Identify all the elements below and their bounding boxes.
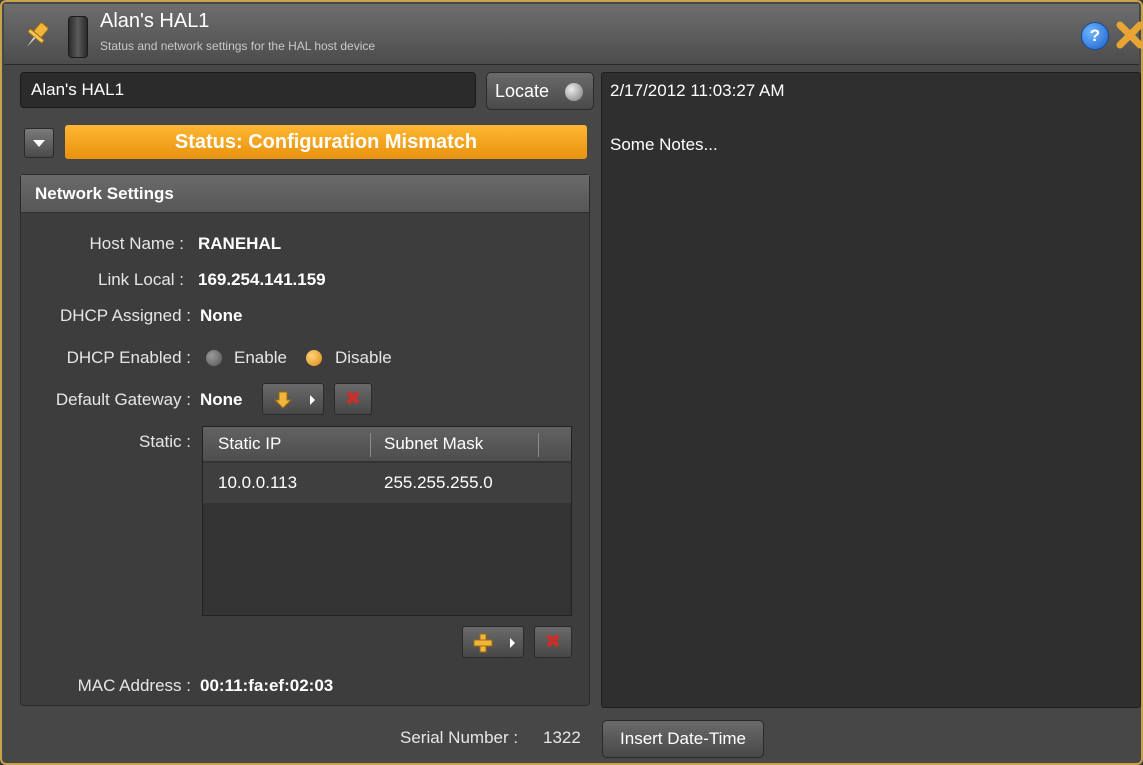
serial-number-value: 1322 — [543, 728, 581, 747]
dhcp-assigned-label: DHCP Assigned : — [59, 306, 191, 325]
column-divider — [370, 433, 371, 457]
dhcp-enabled-label: DHCP Enabled : — [66, 348, 191, 367]
notes-textarea[interactable]: 2/17/2012 11:03:27 AM Some Notes... — [601, 72, 1141, 708]
mac-address-value: 00:11:fa:ef:02:03 — [200, 676, 334, 695]
add-static-button[interactable] — [462, 626, 524, 658]
static-table-header: Static IP Subnet Mask — [203, 427, 571, 461]
static-label: Static : — [139, 432, 191, 451]
link-local-value: 169.254.141.159 — [198, 270, 326, 289]
dhcp-disable-label[interactable]: Disable — [335, 348, 392, 368]
device-icon — [68, 16, 88, 58]
subnet-mask-cell: 255.255.255.0 — [384, 473, 493, 492]
delete-icon: ✖ — [344, 388, 362, 410]
device-name-input[interactable] — [20, 72, 476, 108]
link-local-label: Link Local : — [98, 270, 184, 289]
gateway-select-button[interactable] — [262, 383, 324, 415]
delete-static-button[interactable]: ✖ — [534, 626, 572, 658]
locate-label: Locate — [495, 81, 550, 101]
column-header-static-ip[interactable]: Static IP — [218, 434, 281, 454]
title-bar: Alan's HAL1 Status and network settings … — [4, 4, 1143, 65]
dhcp-enable-radio[interactable] — [206, 350, 222, 366]
arrow-down-icon — [273, 391, 293, 409]
static-ip-table: Static IP Subnet Mask 10.0.0.113 255.255… — [202, 426, 572, 616]
column-header-subnet-mask[interactable]: Subnet Mask — [384, 434, 483, 454]
gateway-delete-button[interactable]: ✖ — [334, 383, 372, 415]
static-ip-cell: 10.0.0.113 — [218, 473, 298, 492]
dropdown-arrow-icon — [510, 638, 515, 648]
dhcp-disable-radio[interactable] — [306, 350, 322, 366]
table-row[interactable]: 10.0.0.113 255.255.255.0 — [203, 463, 571, 503]
mac-address-label: MAC Address : — [77, 676, 191, 695]
default-gateway-value: None — [200, 390, 243, 409]
hal-settings-window: Alan's HAL1 Status and network settings … — [0, 0, 1143, 765]
locate-led-icon — [565, 83, 583, 101]
help-icon[interactable]: ? — [1081, 22, 1109, 50]
status-bar: Status: Configuration Mismatch — [65, 125, 587, 159]
delete-icon: ✖ — [544, 631, 562, 653]
close-icon[interactable] — [1114, 18, 1143, 52]
locate-button[interactable]: Locate — [486, 72, 594, 110]
collapse-button[interactable] — [24, 128, 54, 158]
pin-icon[interactable] — [18, 18, 54, 54]
notes-text: Some Notes... — [610, 135, 718, 154]
notes-timestamp: 2/17/2012 11:03:27 AM — [610, 81, 785, 100]
dropdown-arrow-icon — [310, 395, 315, 405]
network-settings-header: Network Settings — [21, 175, 589, 213]
dhcp-enable-label[interactable]: Enable — [234, 348, 287, 368]
dhcp-assigned-value: None — [200, 306, 243, 325]
window-subtitle: Status and network settings for the HAL … — [100, 39, 376, 53]
column-divider — [538, 433, 539, 457]
insert-date-time-button[interactable]: Insert Date-Time — [602, 720, 764, 758]
default-gateway-label: Default Gateway : — [55, 390, 191, 409]
window-title: Alan's HAL1 — [100, 10, 210, 32]
host-name-label: Host Name : — [89, 234, 184, 253]
serial-number-label: Serial Number : — [400, 728, 519, 747]
host-name-value: RANEHAL — [198, 234, 282, 253]
plus-icon — [473, 633, 493, 653]
